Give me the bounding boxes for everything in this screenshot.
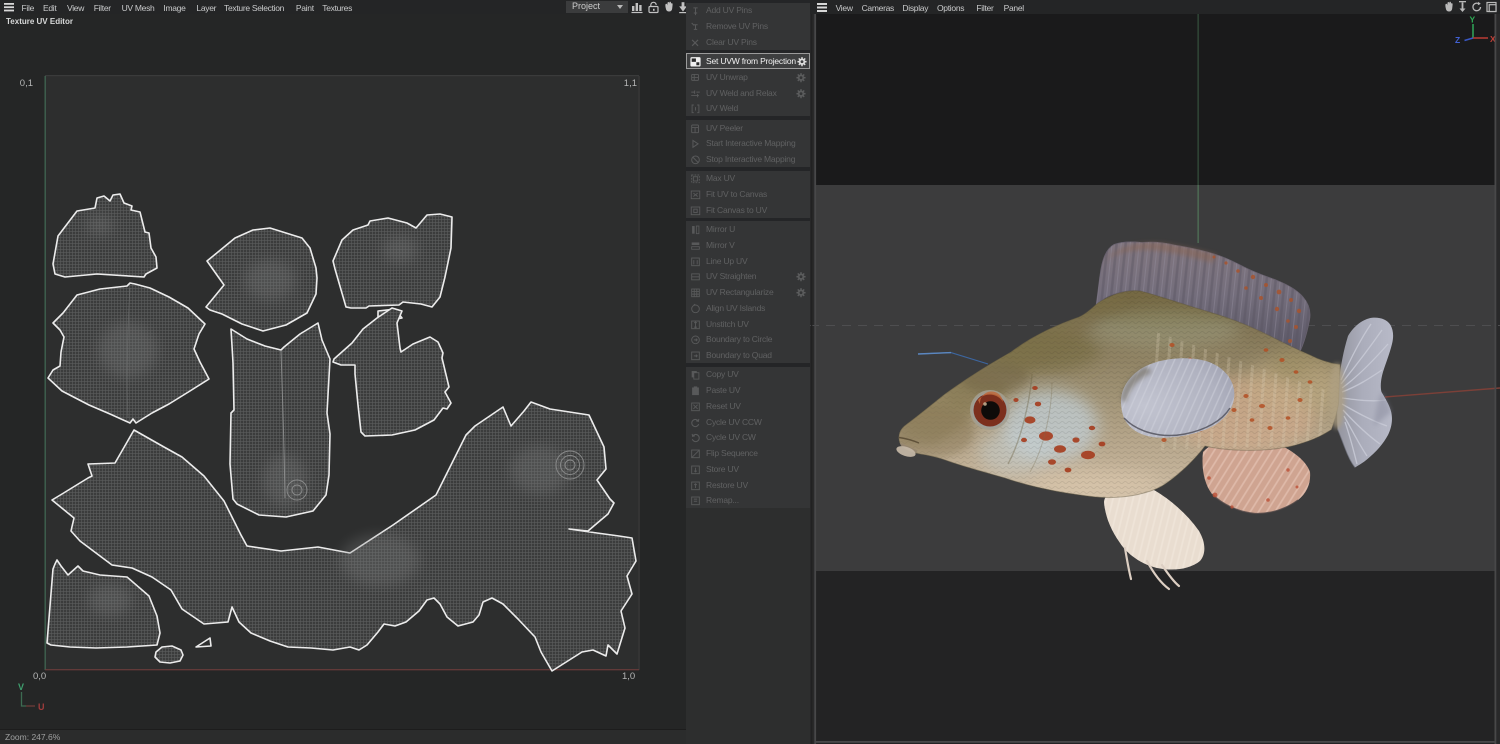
svg-text:V: V [18,682,24,692]
svg-text:Y: Y [1470,15,1476,25]
svg-text:Z: Z [1455,35,1460,45]
svg-text:0,1: 0,1 [20,78,33,89]
svg-text:0,0: 0,0 [33,671,46,682]
svg-text:U: U [38,702,45,712]
svg-text:1,0: 1,0 [622,671,635,682]
svg-text:1,1: 1,1 [624,78,637,89]
